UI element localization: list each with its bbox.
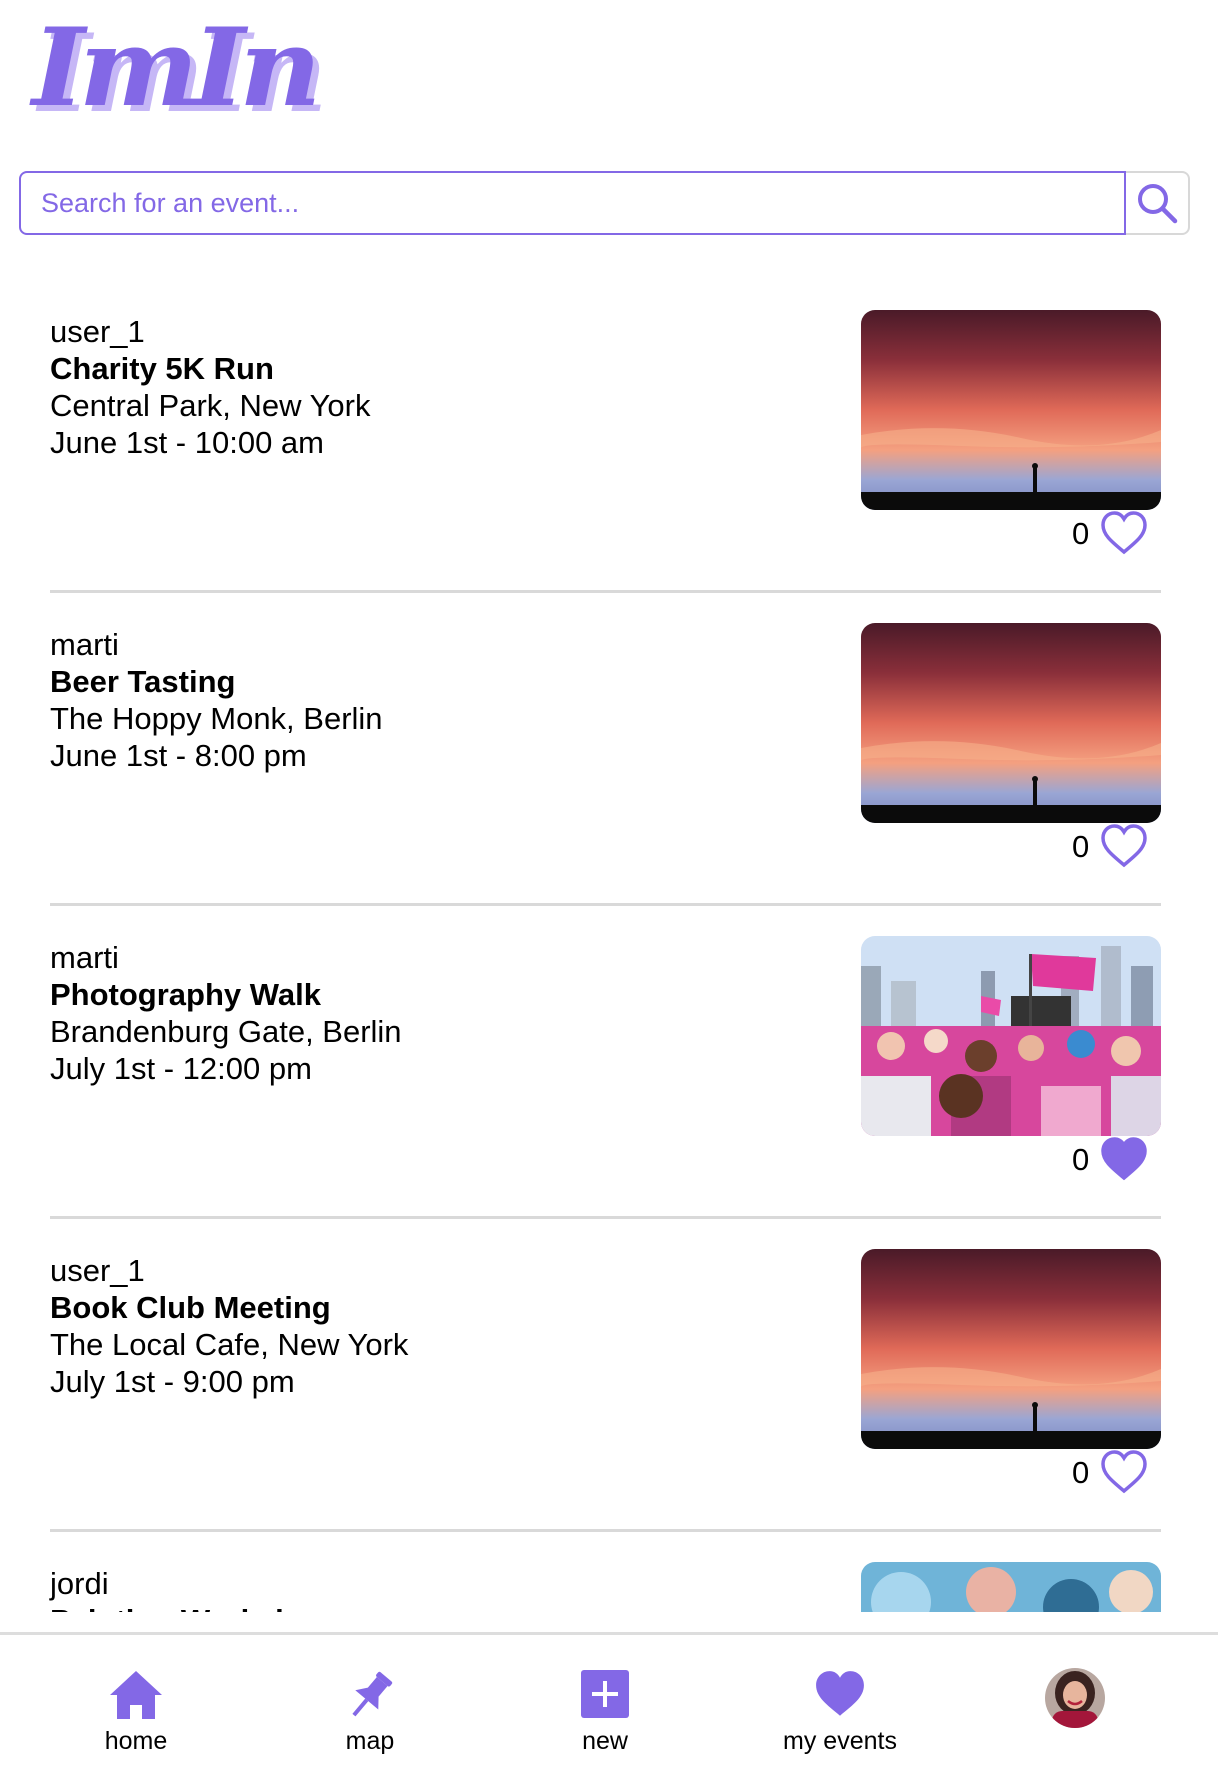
heart-filled-icon[interactable] — [1100, 1136, 1148, 1182]
nav-my-events-label: my events — [783, 1727, 897, 1755]
heart-outline-icon[interactable] — [1100, 1449, 1148, 1495]
heart-outline-icon[interactable] — [1100, 510, 1148, 556]
event-title[interactable]: Book Club Meeting — [50, 1289, 408, 1326]
event-location: Brandenburg Gate, Berlin — [50, 1014, 402, 1049]
search-input[interactable] — [19, 171, 1126, 235]
home-icon — [110, 1671, 162, 1719]
event-title[interactable]: Photography Walk — [50, 976, 402, 1013]
nav-map-label: map — [345, 1727, 395, 1755]
nav-home-label: home — [104, 1727, 168, 1755]
app-logo[interactable]: ImIn — [32, 14, 322, 122]
event-image[interactable] — [861, 1562, 1161, 1612]
plus-square-icon — [581, 1670, 629, 1718]
nav-new-label: new — [582, 1727, 628, 1755]
event-info: jordi Painting Workshop — [50, 1565, 332, 1612]
search-bar — [19, 171, 1190, 235]
event-info: user_1 Charity 5K Run Central Park, New … — [50, 313, 370, 461]
event-card[interactable]: user_1 Charity 5K Run Central Park, New … — [0, 280, 1218, 593]
event-card[interactable]: marti Photography Walk Brandenburg Gate,… — [0, 906, 1218, 1219]
like-count: 0 — [1072, 829, 1090, 864]
event-user[interactable]: marti — [50, 939, 402, 976]
nav-my-events[interactable]: my events — [760, 1635, 920, 1772]
event-title[interactable]: Charity 5K Run — [50, 350, 370, 387]
event-user[interactable]: user_1 — [50, 1252, 408, 1289]
event-datetime: June 1st - 8:00 pm — [50, 738, 307, 773]
event-card[interactable]: marti Beer Tasting The Hoppy Monk, Berli… — [0, 593, 1218, 906]
event-info: marti Photography Walk Brandenburg Gate,… — [50, 939, 402, 1087]
like-count: 0 — [1072, 1142, 1090, 1177]
event-user[interactable]: user_1 — [50, 313, 370, 350]
heart-icon — [816, 1671, 864, 1716]
pin-icon — [352, 1671, 393, 1717]
bottom-nav: home map new my events — [0, 1632, 1218, 1772]
event-info: user_1 Book Club Meeting The Local Cafe,… — [50, 1252, 408, 1400]
event-title[interactable]: Painting Workshop — [50, 1602, 332, 1612]
event-user[interactable]: marti — [50, 626, 383, 663]
nav-home[interactable]: home — [56, 1635, 216, 1772]
event-info: marti Beer Tasting The Hoppy Monk, Berli… — [50, 626, 383, 774]
nav-map[interactable]: map — [290, 1635, 450, 1772]
event-image[interactable] — [861, 1249, 1161, 1449]
like-count: 0 — [1072, 516, 1090, 551]
nav-new[interactable]: new — [525, 1635, 685, 1772]
event-title[interactable]: Beer Tasting — [50, 663, 383, 700]
event-image[interactable] — [861, 310, 1161, 510]
heart-outline-icon[interactable] — [1100, 823, 1148, 869]
event-location: The Hoppy Monk, Berlin — [50, 701, 383, 736]
search-icon — [1138, 184, 1178, 224]
event-datetime: July 1st - 12:00 pm — [50, 1051, 312, 1086]
event-datetime: July 1st - 9:00 pm — [50, 1364, 295, 1399]
event-image[interactable] — [861, 936, 1161, 1136]
like-count: 0 — [1072, 1455, 1090, 1490]
nav-profile[interactable] — [995, 1635, 1155, 1772]
event-location: The Local Cafe, New York — [50, 1327, 409, 1362]
event-image[interactable] — [861, 623, 1161, 823]
search-button[interactable] — [1126, 171, 1190, 235]
avatar — [1045, 1668, 1105, 1728]
event-card[interactable]: jordi Painting Workshop — [0, 1532, 1218, 1612]
event-card[interactable]: user_1 Book Club Meeting The Local Cafe,… — [0, 1219, 1218, 1532]
event-datetime: June 1st - 10:00 am — [50, 425, 324, 460]
event-user[interactable]: jordi — [50, 1565, 332, 1602]
event-feed: user_1 Charity 5K Run Central Park, New … — [0, 280, 1218, 1612]
event-location: Central Park, New York — [50, 388, 371, 423]
